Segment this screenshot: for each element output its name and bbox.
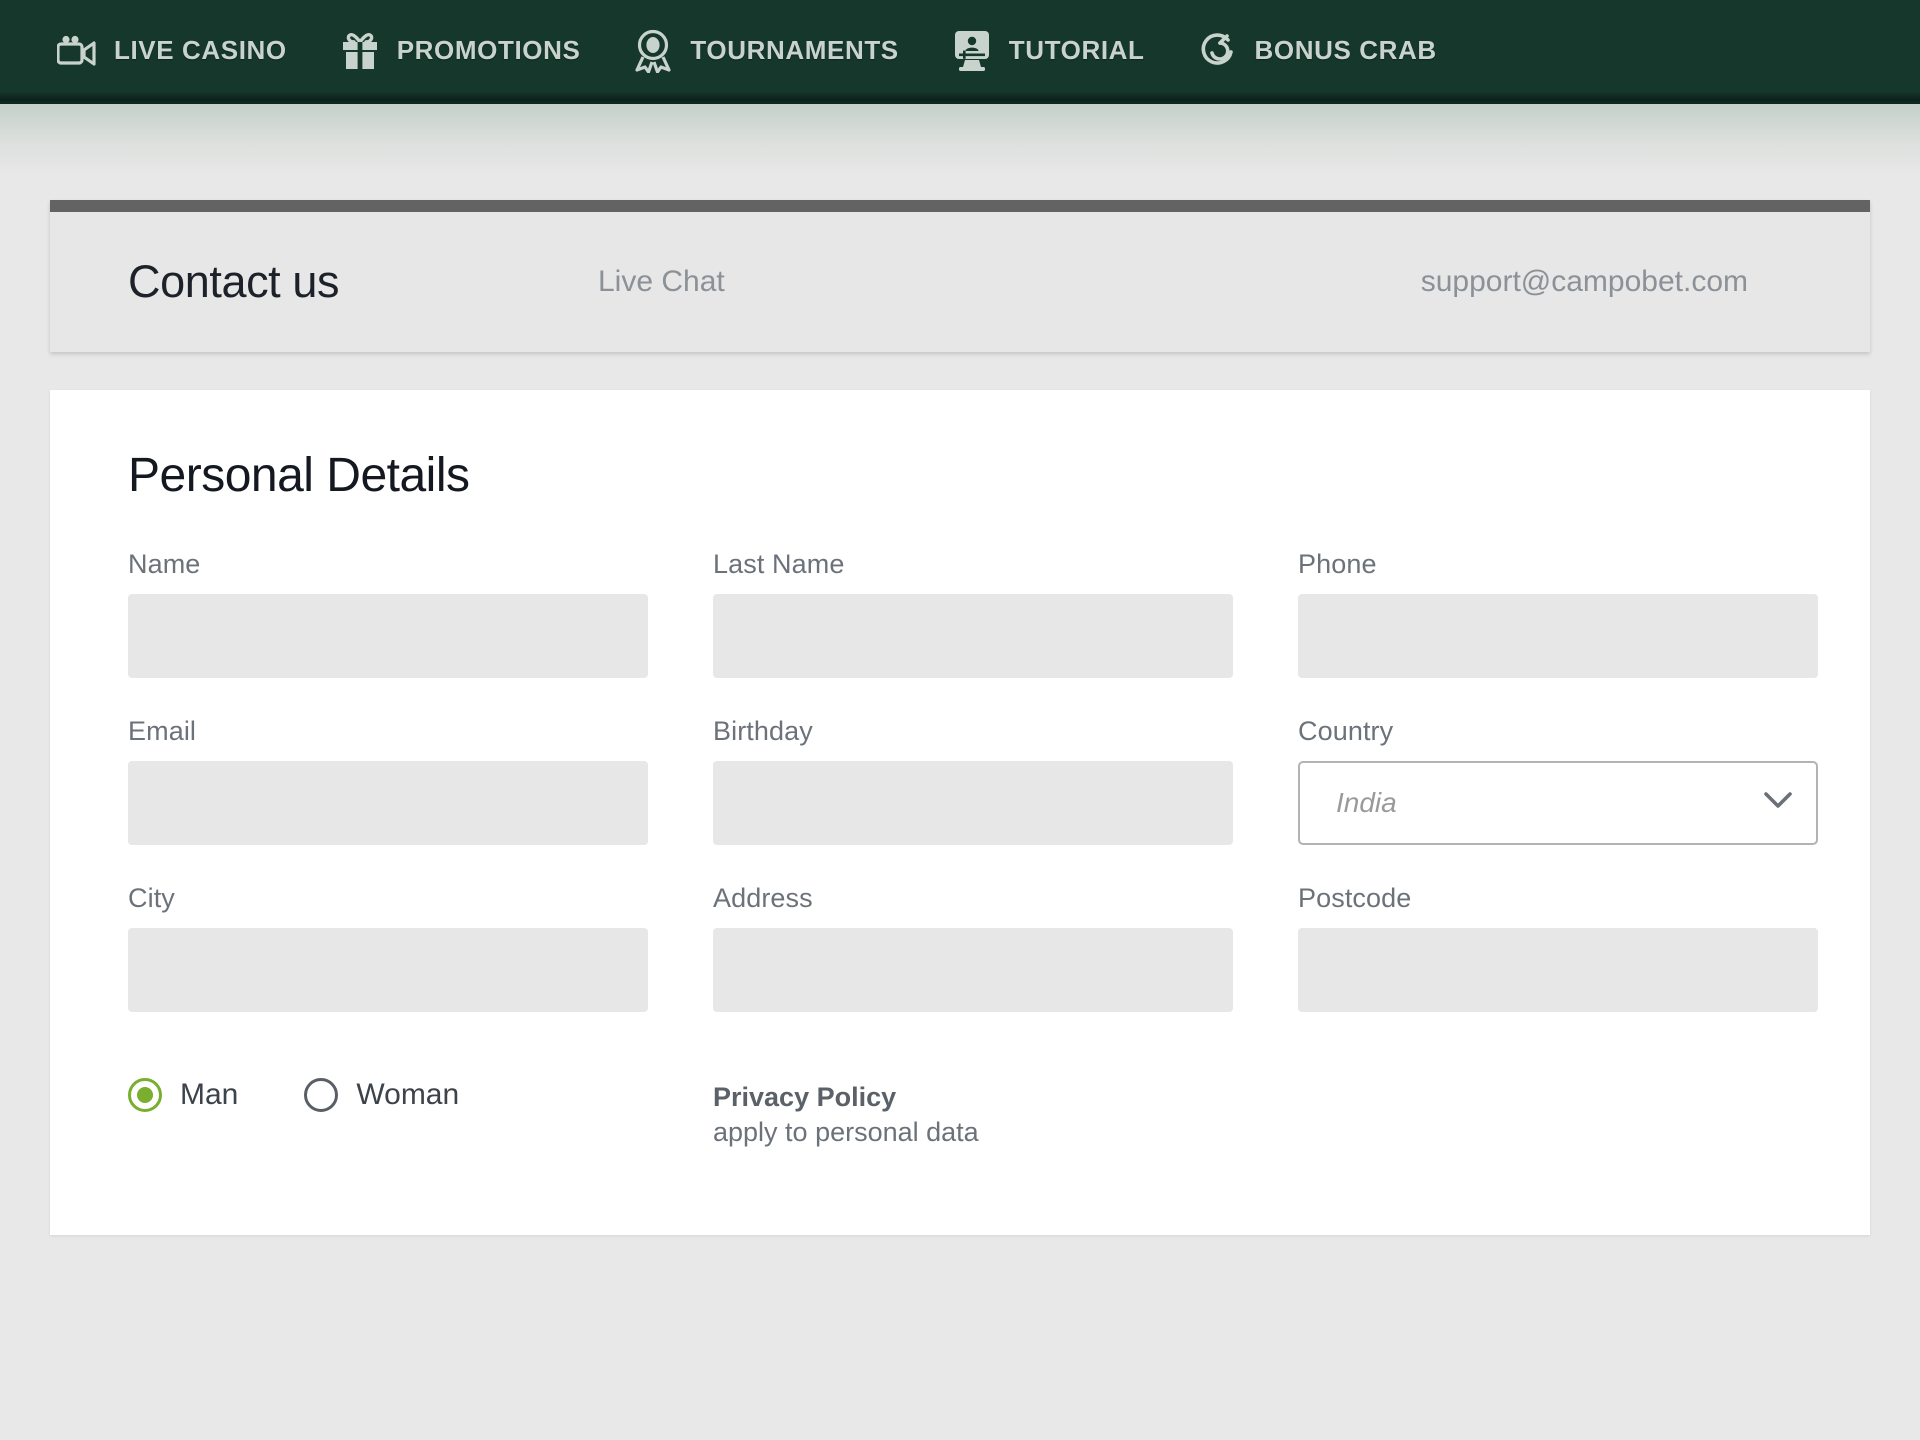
crab-spiral-icon bbox=[1197, 30, 1239, 72]
nav-label-live-casino: LIVE CASINO bbox=[114, 35, 287, 65]
nav-item-live-casino[interactable]: LIVE CASINO bbox=[30, 0, 313, 101]
address-input[interactable] bbox=[713, 928, 1233, 1012]
nav-label-promotions: PROMOTIONS bbox=[396, 35, 581, 65]
nav-item-promotions[interactable]: PROMOTIONS bbox=[313, 0, 607, 101]
phone-input[interactable] bbox=[1298, 594, 1818, 678]
live-chat-link[interactable]: Live Chat bbox=[598, 265, 725, 299]
radio-option-man[interactable]: Man bbox=[128, 1078, 238, 1112]
privacy-policy-block: Privacy Policy apply to personal data bbox=[713, 1078, 1233, 1149]
field-last-name: Last Name bbox=[713, 549, 1233, 678]
contact-us-panel: Contact us Live Chat support@campobet.co… bbox=[50, 200, 1870, 352]
field-country: Country India bbox=[1298, 716, 1818, 845]
field-label-city: City bbox=[128, 883, 175, 913]
field-name: Name bbox=[128, 549, 648, 678]
page-body: Contact us Live Chat support@campobet.co… bbox=[0, 176, 1920, 1236]
radio-woman-indicator[interactable] bbox=[304, 1078, 339, 1112]
field-address: Address bbox=[713, 883, 1233, 1012]
award-medal-icon bbox=[632, 29, 674, 73]
nav-label-tutorial: TUTORIAL bbox=[1008, 35, 1145, 65]
nav-item-bonus-crab[interactable]: BONUS CRAB bbox=[1171, 0, 1463, 101]
city-input[interactable] bbox=[128, 928, 648, 1012]
field-label-postcode: Postcode bbox=[1298, 883, 1412, 913]
radio-man-dot bbox=[137, 1087, 153, 1103]
privacy-policy-subtitle: apply to personal data bbox=[713, 1116, 979, 1147]
video-camera-icon bbox=[56, 30, 98, 72]
field-email: Email bbox=[128, 716, 648, 845]
radio-label-woman: Woman bbox=[356, 1078, 460, 1111]
country-select[interactable]: India bbox=[1298, 761, 1818, 845]
nav-label-tournaments: TOURNAMENTS bbox=[690, 35, 899, 65]
nav-item-tutorial[interactable]: TUTORIAL bbox=[925, 0, 1171, 101]
last-name-input[interactable] bbox=[713, 594, 1233, 678]
field-label-last-name: Last Name bbox=[713, 549, 845, 579]
radio-option-woman[interactable]: Woman bbox=[304, 1078, 459, 1112]
radio-man-indicator[interactable] bbox=[128, 1078, 162, 1112]
gender-radio-group: Man Woman bbox=[128, 1078, 648, 1112]
postcode-input[interactable] bbox=[1298, 928, 1818, 1012]
name-input[interactable] bbox=[128, 594, 648, 678]
form-footer-row: Man Woman Privacy Policy apply to person… bbox=[128, 1078, 1870, 1149]
top-navigation-bar: LIVE CASINO PROMOTIONS TOURNAMENTS TUTOR… bbox=[0, 0, 1920, 104]
personal-details-card: Personal Details Name Last Name Phone Em… bbox=[50, 390, 1870, 1236]
nav-label-bonus-crab: BONUS CRAB bbox=[1254, 35, 1437, 65]
nav-item-tournaments[interactable]: TOURNAMENTS bbox=[606, 0, 924, 101]
country-select-wrapper: India bbox=[1298, 761, 1818, 845]
field-label-country: Country bbox=[1298, 716, 1394, 746]
page-title: Contact us bbox=[128, 256, 340, 307]
personal-details-form-grid: Name Last Name Phone Email Birthday Coun bbox=[128, 549, 1870, 1012]
support-email-link[interactable]: support@campobet.com bbox=[1421, 265, 1748, 299]
personal-details-heading: Personal Details bbox=[128, 449, 470, 502]
field-phone: Phone bbox=[1298, 549, 1818, 678]
email-input[interactable] bbox=[128, 761, 648, 845]
field-postcode: Postcode bbox=[1298, 883, 1818, 1012]
monitor-person-icon bbox=[951, 30, 993, 72]
field-label-phone: Phone bbox=[1298, 549, 1377, 579]
field-label-name: Name bbox=[128, 549, 201, 579]
gift-icon bbox=[339, 30, 381, 72]
field-label-email: Email bbox=[128, 716, 197, 746]
field-city: City bbox=[128, 883, 648, 1012]
field-label-birthday: Birthday bbox=[713, 716, 813, 746]
field-label-address: Address bbox=[713, 883, 813, 913]
privacy-policy-link[interactable]: Privacy Policy bbox=[713, 1080, 1233, 1115]
birthday-input[interactable] bbox=[713, 761, 1233, 845]
field-birthday: Birthday bbox=[713, 716, 1233, 845]
nav-glow-divider bbox=[0, 104, 1920, 176]
radio-label-man: Man bbox=[180, 1078, 239, 1111]
